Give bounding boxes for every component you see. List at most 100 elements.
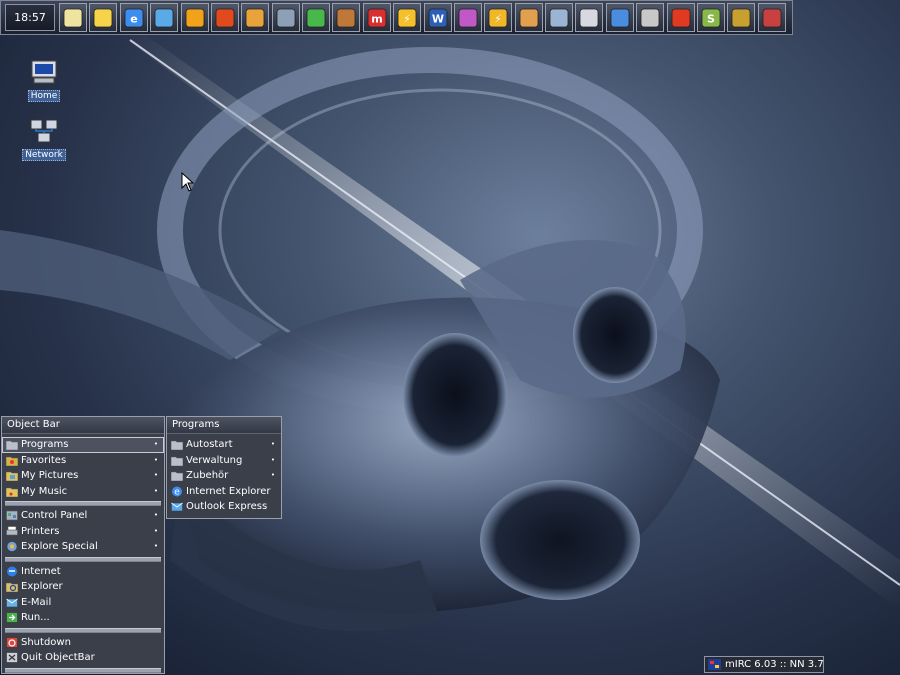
desktop-icon-network[interactable]: Network <box>14 118 74 161</box>
folder-icon <box>171 456 183 466</box>
quick-launch-button[interactable] <box>180 3 209 32</box>
media-player-icon <box>185 8 204 27</box>
quick-launch-button[interactable] <box>89 3 118 32</box>
internet-explorer-icon: e <box>124 8 144 27</box>
home-computer-icon <box>31 60 57 84</box>
menu-item-favorites[interactable]: Favorites • <box>2 453 164 469</box>
menu-item-quit-objectbar[interactable]: Quit ObjectBar <box>2 650 164 666</box>
lightning-app-2-icon: ⚡ <box>488 8 508 27</box>
menu-item-outlook-express[interactable]: Outlook Express <box>167 499 281 515</box>
menu-item-my-music[interactable]: My Music • <box>2 484 164 500</box>
eye-icon <box>640 8 660 27</box>
mouse-cursor-icon <box>181 172 195 192</box>
s-app-icon: S <box>701 8 721 27</box>
quick-launch-button[interactable] <box>241 3 270 32</box>
svg-text:S: S <box>707 12 715 25</box>
menu-item-internet-explorer[interactable]: e Internet Explorer <box>167 484 281 500</box>
menu-item-control-panel[interactable]: Control Panel • <box>2 508 164 524</box>
menu-title: Object Bar <box>2 417 164 434</box>
submenu-arrow-icon: • <box>153 542 158 550</box>
menu-item-label: Autostart <box>186 439 233 450</box>
svg-text:⚡: ⚡ <box>494 12 502 25</box>
explore-special-icon <box>6 541 18 552</box>
programs-submenu: Programs Autostart • Verwaltung • Zubehör • e I… <box>166 416 282 519</box>
menu-item-label: Explore Special <box>21 541 98 552</box>
folder-icon <box>171 471 183 481</box>
quick-launch-button[interactable] <box>575 3 604 32</box>
quick-launch-button[interactable] <box>150 3 179 32</box>
quick-launch-button[interactable] <box>757 3 786 32</box>
quick-launch-button[interactable] <box>302 3 330 32</box>
music-folder-icon <box>6 487 18 497</box>
quick-launch-button[interactable] <box>605 3 634 32</box>
quick-launch-button[interactable] <box>271 3 300 32</box>
network-icon <box>30 119 58 143</box>
quick-launch-button[interactable] <box>332 3 361 32</box>
menu-item-printers[interactable]: Printers • <box>2 524 164 540</box>
word-icon: W <box>428 8 447 27</box>
menu-item-label: My Music <box>21 485 68 497</box>
quick-launch-button[interactable] <box>210 3 239 32</box>
quick-launch-button[interactable] <box>727 3 756 32</box>
quit-icon <box>6 652 18 663</box>
object-bar-menu: Object Bar Programs • Favorites • My Picture… <box>1 416 165 674</box>
color-wheel-icon <box>458 8 478 27</box>
notepad-icon <box>63 8 83 27</box>
bird-app-icon <box>276 8 296 27</box>
winamp-icon <box>245 8 265 27</box>
svg-text:m: m <box>371 12 382 25</box>
menu-item-label: My Pictures <box>21 470 79 481</box>
quick-launch-button[interactable] <box>453 3 482 32</box>
programs-items: Autostart • Verwaltung • Zubehör • e Internet E… <box>167 434 281 515</box>
quick-launch-button[interactable]: m <box>362 3 391 32</box>
taskbar-task-mirc[interactable]: mIRC 6.03 :: NN 3.7... <box>704 656 824 673</box>
menu-item-autostart[interactable]: Autostart • <box>167 437 281 453</box>
menu-item-run[interactable]: Run... <box>2 610 164 626</box>
menu-item-shutdown[interactable]: Shutdown <box>2 635 164 651</box>
svg-text:⚡: ⚡ <box>403 12 411 25</box>
menu-item-label: Run... <box>21 612 50 623</box>
desktop-icon-home[interactable]: Home <box>14 59 74 102</box>
fire-app-icon <box>215 8 235 27</box>
quick-launch-button[interactable] <box>514 3 543 32</box>
menu-item-explore-special[interactable]: Explore Special • <box>2 539 164 555</box>
menu-item-my-pictures[interactable]: My Pictures • <box>2 468 164 484</box>
menu-item-label: Zubehör <box>186 470 229 481</box>
menu-item-verwaltung[interactable]: Verwaltung • <box>167 453 281 469</box>
menu-item-e-mail[interactable]: E-Mail <box>2 595 164 611</box>
folder-icon <box>6 440 18 450</box>
menu-item-label: Control Panel <box>21 510 88 521</box>
object-bar-top: 18:57 e m ⚡ W ⚡ S <box>0 0 793 35</box>
quick-launch-button[interactable]: W <box>423 3 452 32</box>
desktop-icon-label: Home <box>27 90 61 102</box>
quick-launch-button[interactable] <box>636 3 665 32</box>
menu-item-label: Explorer <box>21 581 63 592</box>
menu-item-label: Internet <box>21 565 61 577</box>
menu-item-programs[interactable]: Programs • <box>2 437 164 453</box>
quick-launch-button[interactable]: e <box>119 3 148 32</box>
menu-separator <box>5 667 161 673</box>
desktop-icon-label: Network <box>22 149 66 161</box>
menu-title: Programs <box>167 417 281 434</box>
menu-item-label: Verwaltung <box>186 454 243 466</box>
svg-text:W: W <box>431 12 443 25</box>
quick-launch-button[interactable] <box>59 3 87 32</box>
submenu-arrow-icon: • <box>153 486 158 495</box>
object-bar-items: Programs • Favorites • My Pictures • My Music •… <box>2 434 164 673</box>
menu-item-internet[interactable]: Internet <box>2 564 164 580</box>
quick-launch-button[interactable] <box>666 3 695 32</box>
clock[interactable]: 18:57 <box>5 4 55 31</box>
menu-item-label: Quit ObjectBar <box>21 652 95 663</box>
submenu-arrow-icon: • <box>153 471 158 479</box>
quick-launch-button[interactable]: ⚡ <box>393 3 422 32</box>
quick-launch-button[interactable] <box>545 3 573 32</box>
shutdown-icon <box>6 636 18 648</box>
menu-item-zubehör[interactable]: Zubehör • <box>167 468 281 484</box>
favorites-icon <box>6 456 18 466</box>
quick-launch-button[interactable]: ⚡ <box>484 3 513 32</box>
menu-item-explorer[interactable]: Explorer <box>2 579 164 595</box>
lightning-app-icon: ⚡ <box>397 8 417 27</box>
quick-launch: e m ⚡ W ⚡ S <box>59 3 788 32</box>
quick-launch-button[interactable]: S <box>696 3 725 32</box>
outlook-express-icon <box>154 8 174 27</box>
